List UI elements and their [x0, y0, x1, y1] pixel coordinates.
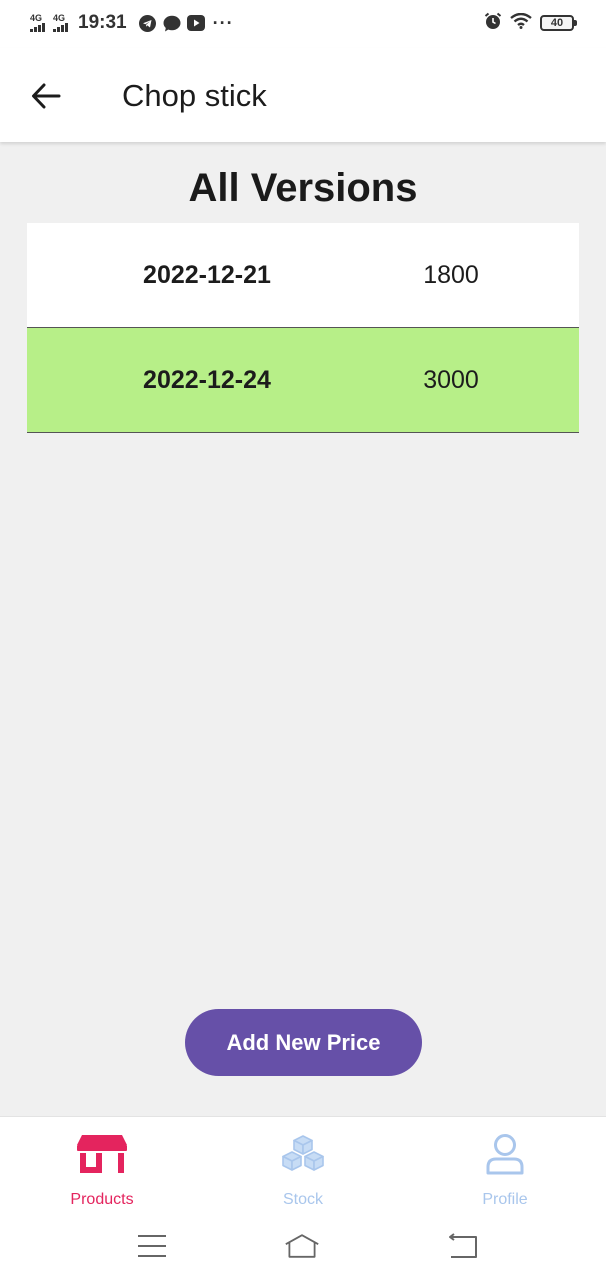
- version-date: 2022-12-21: [143, 260, 271, 289]
- version-price: 1800: [423, 260, 479, 289]
- menu-button[interactable]: [134, 1231, 170, 1261]
- nav-label-stock: Stock: [282, 1191, 323, 1208]
- signal-icon: 4G: [53, 14, 68, 32]
- list-item[interactable]: 2022-12-24 3000: [27, 328, 579, 433]
- back-icon: [449, 1233, 477, 1258]
- boxes-icon: [276, 1131, 330, 1177]
- telegram-icon: [139, 14, 157, 32]
- list-item[interactable]: 2022-12-21 1800: [27, 223, 579, 328]
- signal-icon: 4G: [30, 14, 45, 32]
- status-time: 19:31: [78, 12, 127, 33]
- status-right: 40: [484, 12, 577, 35]
- status-bar: 4G 4G 19:31 ··· 40: [0, 0, 606, 48]
- system-back-button[interactable]: [444, 1231, 480, 1261]
- add-new-price-button[interactable]: Add New Price: [185, 1009, 422, 1076]
- version-price: 3000: [423, 365, 479, 394]
- wifi-icon: [510, 12, 532, 34]
- nav-item-stock[interactable]: Stock: [238, 1131, 368, 1213]
- network-type-2: 4G: [53, 13, 66, 23]
- back-button[interactable]: [26, 76, 66, 116]
- message-icon: [163, 14, 181, 32]
- nav-label-products: Products: [70, 1191, 134, 1208]
- youtube-icon: [186, 14, 205, 32]
- home-icon: [285, 1234, 319, 1258]
- nav-label-profile: Profile: [482, 1191, 528, 1208]
- versions-list: 2022-12-21 1800 2022-12-24 3000: [27, 223, 579, 433]
- page-title: Chop stick: [122, 78, 267, 113]
- alarm-icon: [484, 12, 502, 35]
- bottom-nav: Products Stock Profile: [0, 1116, 606, 1280]
- person-icon: [478, 1131, 532, 1177]
- menu-icon: [138, 1235, 166, 1257]
- app-bar: Chop stick: [0, 48, 606, 142]
- status-left: 4G 4G 19:31 ···: [30, 10, 234, 36]
- battery-icon: 40: [540, 15, 577, 31]
- nav-item-profile[interactable]: Profile: [440, 1131, 570, 1213]
- section-title: All Versions: [188, 166, 418, 210]
- version-date: 2022-12-24: [143, 365, 271, 394]
- store-icon: [75, 1131, 129, 1177]
- nav-item-products[interactable]: Products: [37, 1131, 167, 1213]
- network-type-1: 4G: [30, 13, 43, 23]
- system-nav-bar: [0, 1217, 606, 1277]
- home-button[interactable]: [284, 1231, 320, 1261]
- more-notifications-icon: ···: [212, 12, 234, 33]
- arrow-left-icon: [32, 83, 61, 109]
